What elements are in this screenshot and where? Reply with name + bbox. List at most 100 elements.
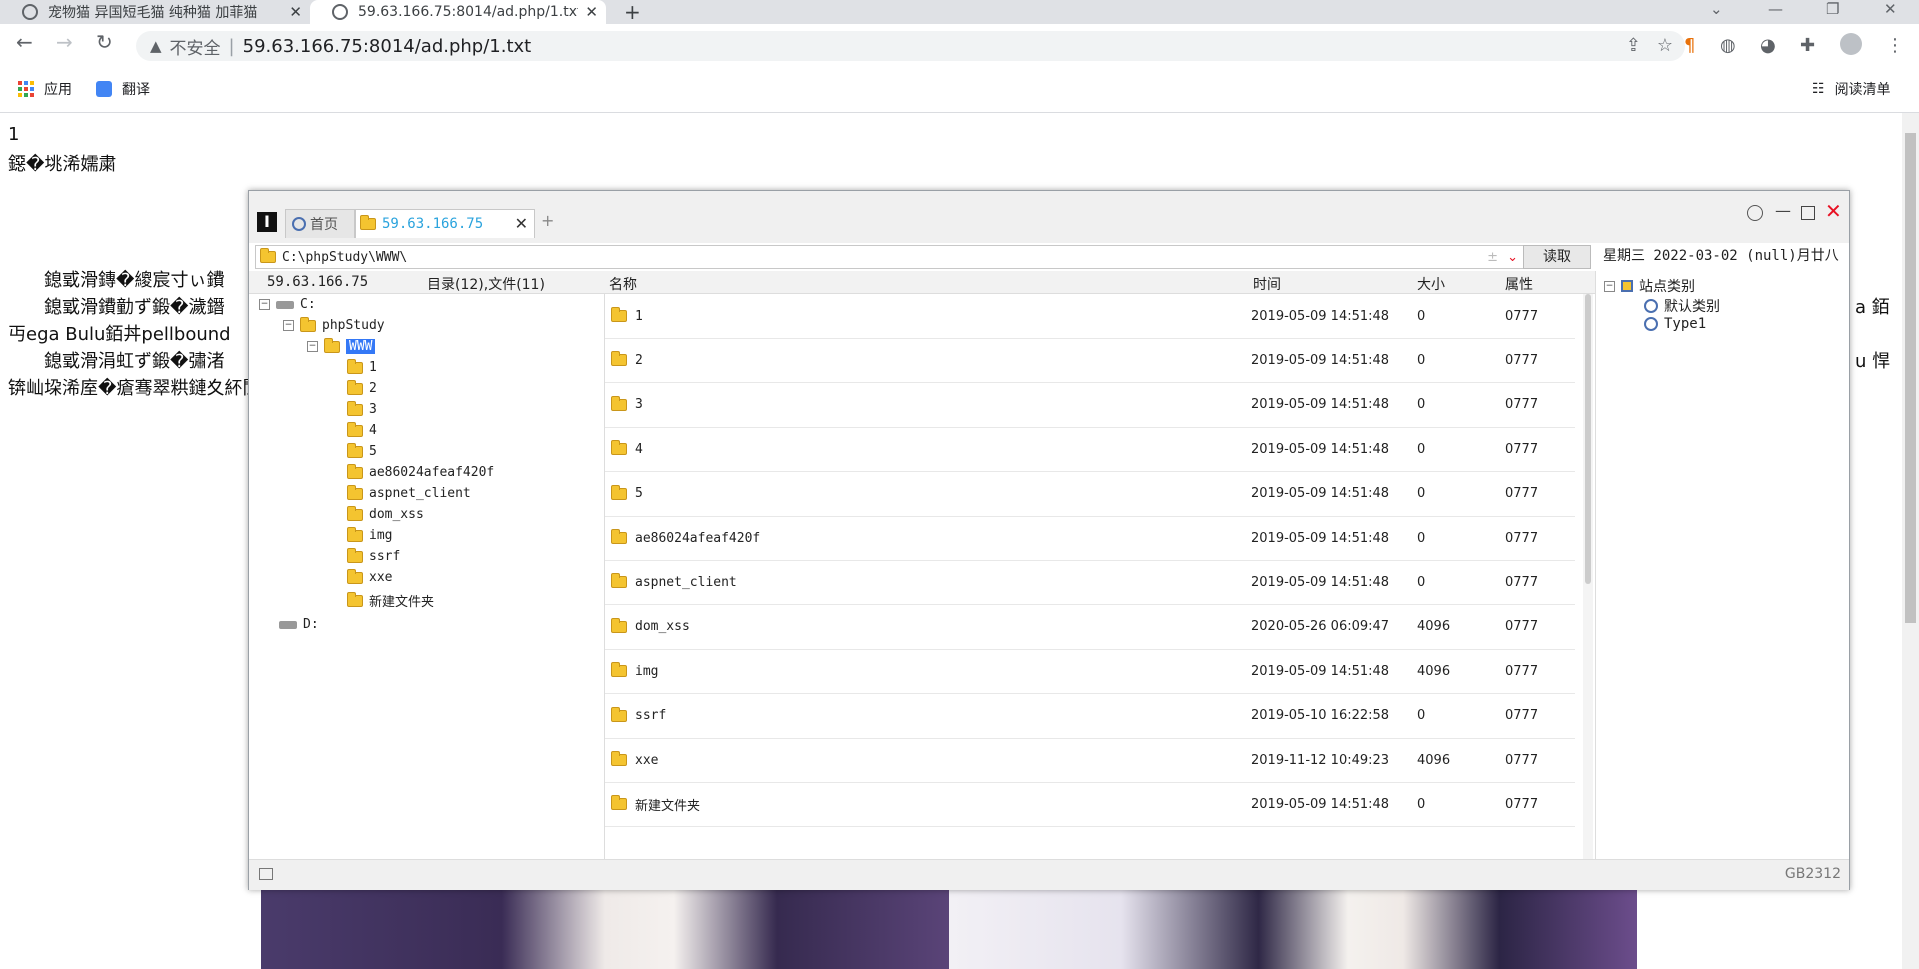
tree-node-www[interactable]: − WWW (307, 337, 376, 354)
collapse-icon[interactable]: − (307, 341, 318, 352)
tree-node-folder[interactable]: 1 (347, 358, 377, 375)
category-root[interactable]: − 站点类别 (1604, 276, 1695, 296)
star-icon[interactable]: ☆ (1657, 35, 1673, 56)
close-window-icon[interactable]: ✕ (1884, 0, 1897, 18)
console-icon[interactable] (259, 868, 273, 880)
minimize-icon[interactable]: — (1775, 201, 1791, 220)
tab-strip: 宠物猫 异国短毛猫 纯种猫 加菲猫 ✕ 59.63.166.75:8014/ad… (0, 0, 1919, 24)
forward-icon[interactable]: → (56, 30, 73, 54)
file-row[interactable]: aspnet_client 2019-05-09 14:51:48 0 0777 (605, 560, 1575, 606)
back-icon[interactable]: ← (16, 30, 33, 54)
list-scrollbar[interactable] (1583, 294, 1593, 859)
file-row[interactable]: 5 2019-05-09 14:51:48 0 0777 (605, 472, 1575, 517)
column-name[interactable]: 名称 (609, 274, 637, 294)
collapse-icon[interactable]: − (283, 320, 294, 331)
page-text-line: 鎴戜滑鐨勭ず鍛�濊鐕 (8, 297, 225, 318)
close-tab-icon[interactable]: ✕ (289, 3, 302, 21)
file-attr: 0777 (1505, 574, 1539, 590)
scroll-thumb[interactable] (1905, 133, 1916, 623)
tree-node-folder[interactable]: 4 (347, 421, 377, 438)
apps-icon (18, 81, 34, 97)
read-button[interactable]: 读取 (1523, 245, 1591, 269)
puzzle-icon[interactable]: ✚ (1800, 35, 1815, 56)
minimize-icon[interactable]: — (1768, 0, 1783, 18)
more-icon[interactable]: ⋮ (1886, 35, 1904, 56)
close-tab-icon[interactable]: ✕ (585, 3, 598, 21)
bookmark-translate[interactable]: 翻译 (96, 79, 150, 99)
file-size: 0 (1417, 308, 1426, 324)
file-row[interactable]: xxe 2019-11-12 10:49:23 4096 0777 (605, 738, 1575, 783)
file-row[interactable]: dom_xss 2020-05-26 06:09:47 4096 0777 (605, 605, 1575, 650)
folder-icon (347, 358, 363, 374)
tree-node-drive-d[interactable]: D: (279, 617, 319, 632)
file-row[interactable]: img 2019-05-09 14:51:48 4096 0777 (605, 649, 1575, 695)
tree-node-folder[interactable]: dom_xss (347, 505, 424, 522)
column-time[interactable]: 时间 (1253, 274, 1281, 294)
tree-node-folder[interactable]: img (347, 526, 392, 543)
tree-node-folder[interactable]: ae86024afeaf420f (347, 463, 494, 480)
category-icon (1644, 317, 1658, 331)
close-icon[interactable]: ✕ (1825, 199, 1842, 223)
close-tab-icon[interactable]: ✕ (515, 214, 528, 233)
bookmark-path-icon[interactable]: ± (1487, 250, 1498, 265)
category-item[interactable]: Type1 (1644, 316, 1706, 332)
browser-tab[interactable]: 宠物猫 异国短毛猫 纯种猫 加菲猫 ✕ (0, 0, 310, 24)
folder-icon (347, 526, 363, 542)
file-attr: 0777 (1505, 752, 1539, 768)
share-icon[interactable]: ⇪ (1626, 35, 1641, 56)
file-row[interactable]: ae86024afeaf420f 2019-05-09 14:51:48 0 0777 (605, 516, 1575, 561)
tree-node-folder[interactable]: ssrf (347, 547, 400, 564)
tree-node-folder[interactable]: 2 (347, 379, 377, 396)
extension-icon[interactable]: ◍ (1720, 35, 1736, 56)
maximize-icon[interactable] (1801, 206, 1815, 220)
file-row[interactable]: 3 2019-05-09 14:51:48 0 0777 (605, 383, 1575, 428)
pin-icon[interactable] (1747, 205, 1763, 221)
tree-node-folder[interactable]: 5 (347, 442, 377, 459)
tree-node-folder[interactable]: aspnet_client (347, 484, 471, 501)
page-scrollbar[interactable] (1902, 113, 1919, 969)
warning-icon[interactable]: ▲ (150, 37, 162, 55)
bookmark-apps[interactable]: 应用 (18, 79, 72, 99)
path-text[interactable]: C:\phpStudy\WWW\ (282, 250, 407, 265)
file-row[interactable]: ssrf 2019-05-10 16:22:58 0 0777 (605, 694, 1575, 739)
column-size[interactable]: 大小 (1417, 274, 1445, 294)
tab-title: 宠物猫 异国短毛猫 纯种猫 加菲猫 (48, 5, 258, 21)
chevron-down-icon[interactable]: ⌄ (1507, 250, 1518, 265)
url-text[interactable]: 59.63.166.75:8014/ad.php/1.txt (243, 36, 532, 57)
tab-site-label: 59.63.166.75 (382, 216, 484, 232)
tree-node-folder[interactable]: 3 (347, 400, 377, 417)
tab-site[interactable]: 59.63.166.75 ✕ (355, 209, 535, 238)
tree-node-drive-c[interactable]: − C: (259, 297, 316, 312)
file-time: 2019-05-09 14:51:48 (1251, 663, 1390, 679)
restore-icon[interactable]: ❐ (1826, 0, 1839, 18)
profile-icon[interactable] (1840, 33, 1862, 55)
new-tab-icon[interactable]: + (624, 0, 641, 24)
path-input[interactable]: C:\phpStudy\WWW\ ± ⌄ (255, 245, 1527, 269)
file-row[interactable]: 2 2019-05-09 14:51:48 0 0777 (605, 338, 1575, 384)
file-size: 4096 (1417, 752, 1451, 768)
tab-home[interactable]: 首页 (285, 209, 355, 238)
file-time: 2019-05-09 14:51:48 (1251, 796, 1390, 812)
add-tab-icon[interactable]: + (541, 211, 554, 230)
extension-icon[interactable]: ¶ (1684, 35, 1695, 56)
insecure-label[interactable]: 不安全 (170, 34, 221, 59)
extension-icon[interactable]: ◕ (1760, 35, 1776, 56)
collapse-icon[interactable]: − (259, 299, 270, 310)
tree-node-folder[interactable]: 新建文件夹 (347, 591, 434, 610)
tab-search-icon[interactable]: ⌄ (1710, 0, 1723, 18)
file-row[interactable]: 1 2019-05-09 14:51:48 0 0777 (605, 294, 1575, 339)
encoding-label[interactable]: GB2312 (1785, 866, 1841, 882)
scroll-thumb[interactable] (1585, 294, 1591, 584)
column-attr[interactable]: 属性 (1505, 274, 1533, 294)
browser-tab-active[interactable]: 59.63.166.75:8014/ad.php/1.txt ✕ (310, 0, 606, 24)
reading-list[interactable]: ☷ 阅读清单 (1812, 79, 1891, 99)
reload-icon[interactable]: ↻ (96, 30, 113, 54)
home-icon (292, 217, 306, 231)
category-item[interactable]: 默认类别 (1644, 296, 1720, 316)
collapse-icon[interactable]: − (1604, 280, 1615, 292)
file-row[interactable]: 新建文件夹 2019-05-09 14:51:48 0 0777 (605, 782, 1575, 828)
tree-node-folder[interactable]: xxe (347, 568, 392, 585)
tree-node-phpstudy[interactable]: − phpStudy (283, 316, 385, 333)
file-row[interactable]: 4 2019-05-09 14:51:48 0 0777 (605, 427, 1575, 473)
address-bar[interactable]: ▲ 不安全 | 59.63.166.75:8014/ad.php/1.txt ⇪… (136, 31, 1685, 61)
